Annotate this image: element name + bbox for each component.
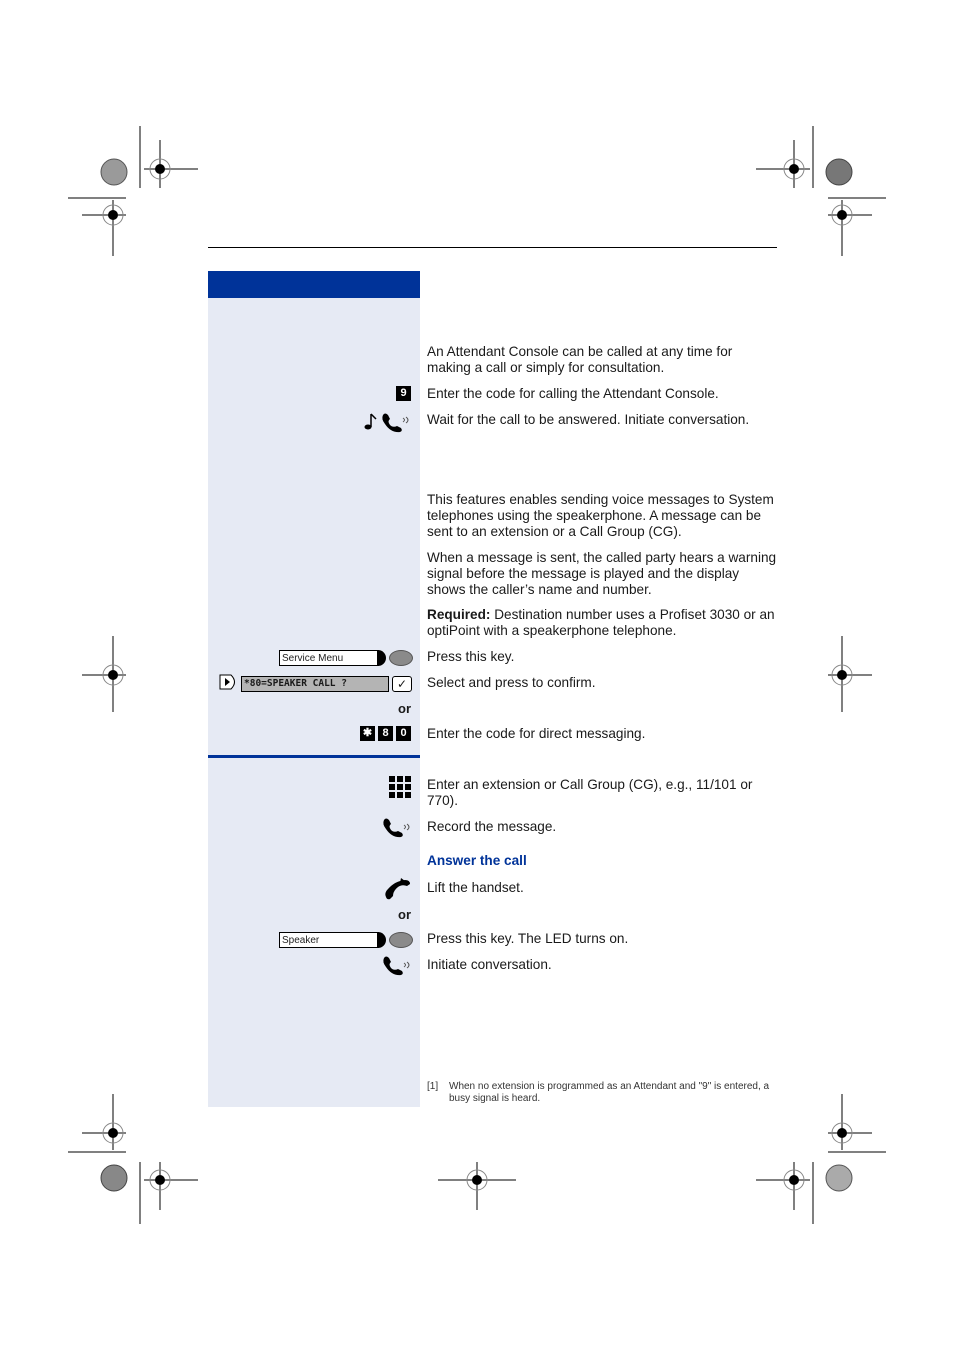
ringtone-handset-icon (364, 413, 409, 433)
key-9[interactable]: 9 (396, 386, 411, 401)
scroll-arrow-icon[interactable] (219, 674, 239, 690)
lift-handset-text: Lift the handset. (427, 880, 524, 895)
or-label: or (398, 701, 411, 716)
enter-code-text: Enter the code for calling the Attendant… (427, 386, 719, 401)
service-menu-key[interactable]: Service Menu (279, 650, 379, 666)
wait-answer-text: Wait for the call to be answered. Initia… (427, 412, 750, 427)
intro-text: An Attendant Console can be called at an… (427, 344, 733, 375)
speaker-led[interactable] (389, 932, 413, 948)
handset-talk-icon (382, 413, 409, 433)
key-star[interactable]: ✱ (360, 726, 375, 741)
handset-talk-icon (383, 956, 410, 976)
enter-direct-text: Enter the code for direct messaging. (427, 726, 646, 741)
note-icon (364, 413, 377, 430)
speaker-key[interactable]: Speaker (279, 932, 379, 948)
required-note: Required: Destination number uses a Prof… (427, 607, 779, 639)
enter-extension-text: Enter an extension or Call Group (CG), e… (427, 777, 753, 808)
sidebar-divider (208, 755, 420, 758)
press-key-text: Press this key. (427, 649, 515, 664)
key-8[interactable]: 8 (378, 726, 393, 741)
or-label: or (398, 907, 411, 922)
service-menu-led[interactable] (389, 650, 413, 666)
initiate-text: Initiate conversation. (427, 957, 552, 972)
speaker-paragraph-1: This features enables sending voice mess… (427, 492, 774, 539)
footnote-text: When no extension is programmed as an At… (449, 1081, 770, 1104)
sidebar-header-bar (208, 271, 420, 298)
answer-call-heading: Answer the call (427, 853, 527, 868)
header-rule (208, 247, 777, 248)
handset-talk-icon (383, 818, 410, 838)
lift-handset-icon (385, 878, 410, 900)
keypad-icon (389, 776, 411, 798)
select-confirm-text: Select and press to confirm. (427, 675, 596, 690)
key-0[interactable]: 0 (396, 726, 411, 741)
required-label: Required: (427, 607, 491, 622)
footnote-number: [1] (427, 1081, 439, 1092)
confirm-check-button[interactable]: ✓ (392, 676, 412, 692)
speaker-paragraph-2: When a message is sent, the called party… (427, 550, 777, 597)
display-option[interactable]: *80=SPEAKER CALL ? (241, 676, 389, 692)
record-text: Record the message. (427, 819, 557, 834)
press-led-text: Press this key. The LED turns on. (427, 931, 629, 946)
